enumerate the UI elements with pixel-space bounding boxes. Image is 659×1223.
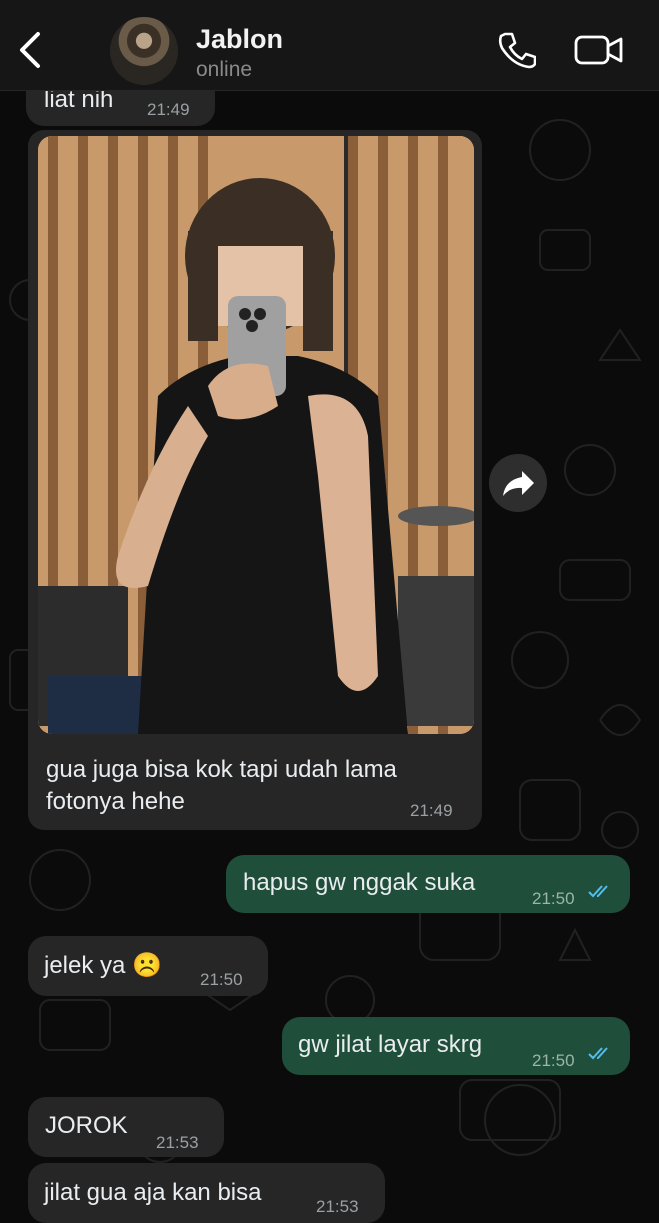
message-text: hapus gw nggak suka — [243, 869, 476, 896]
message-bubble-incoming[interactable]: jilat gua aja kan bisa 21:53 — [28, 1163, 385, 1223]
message-bubble-incoming[interactable]: jelek ya ☹️ 21:50 — [28, 936, 268, 996]
message-bubble-incoming[interactable]: JOROK 21:53 — [28, 1097, 224, 1157]
read-receipt-icon — [588, 885, 608, 898]
message-time: 21:49 — [410, 801, 453, 820]
chat-header: Jablon online — [0, 0, 659, 91]
contact-status: online — [196, 58, 253, 81]
message-time: 21:53 — [316, 1197, 359, 1216]
photo-caption: gua juga bisa kok tapi udah lama fotonya… — [46, 756, 397, 815]
read-receipt-icon — [588, 1047, 608, 1060]
message-time: 21:50 — [532, 1051, 575, 1070]
message-bubble-outgoing[interactable]: gw jilat layar skrg 21:50 — [282, 1017, 630, 1075]
message-time: 21:49 — [147, 100, 190, 119]
phone-icon[interactable] — [496, 30, 536, 70]
avatar[interactable] — [110, 17, 178, 85]
message-text: gw jilat layar skrg — [298, 1031, 483, 1058]
shared-photo[interactable] — [38, 136, 474, 734]
message-time: 21:50 — [532, 889, 575, 908]
back-icon[interactable] — [14, 28, 48, 72]
forward-arrow-icon — [503, 471, 534, 496]
message-time: 21:53 — [156, 1133, 199, 1152]
video-camera-icon[interactable] — [574, 32, 624, 68]
message-time: 21:50 — [200, 970, 243, 989]
message-text: jilat gua aja kan bisa — [44, 1179, 262, 1206]
photo-image — [38, 136, 474, 734]
message-bubble-outgoing[interactable]: hapus gw nggak suka 21:50 — [226, 855, 630, 913]
message-text: jelek ya ☹️ — [44, 952, 162, 979]
forward-button[interactable] — [489, 454, 547, 512]
message-text: JOROK — [45, 1112, 128, 1139]
contact-name[interactable]: Jablon — [196, 24, 283, 55]
